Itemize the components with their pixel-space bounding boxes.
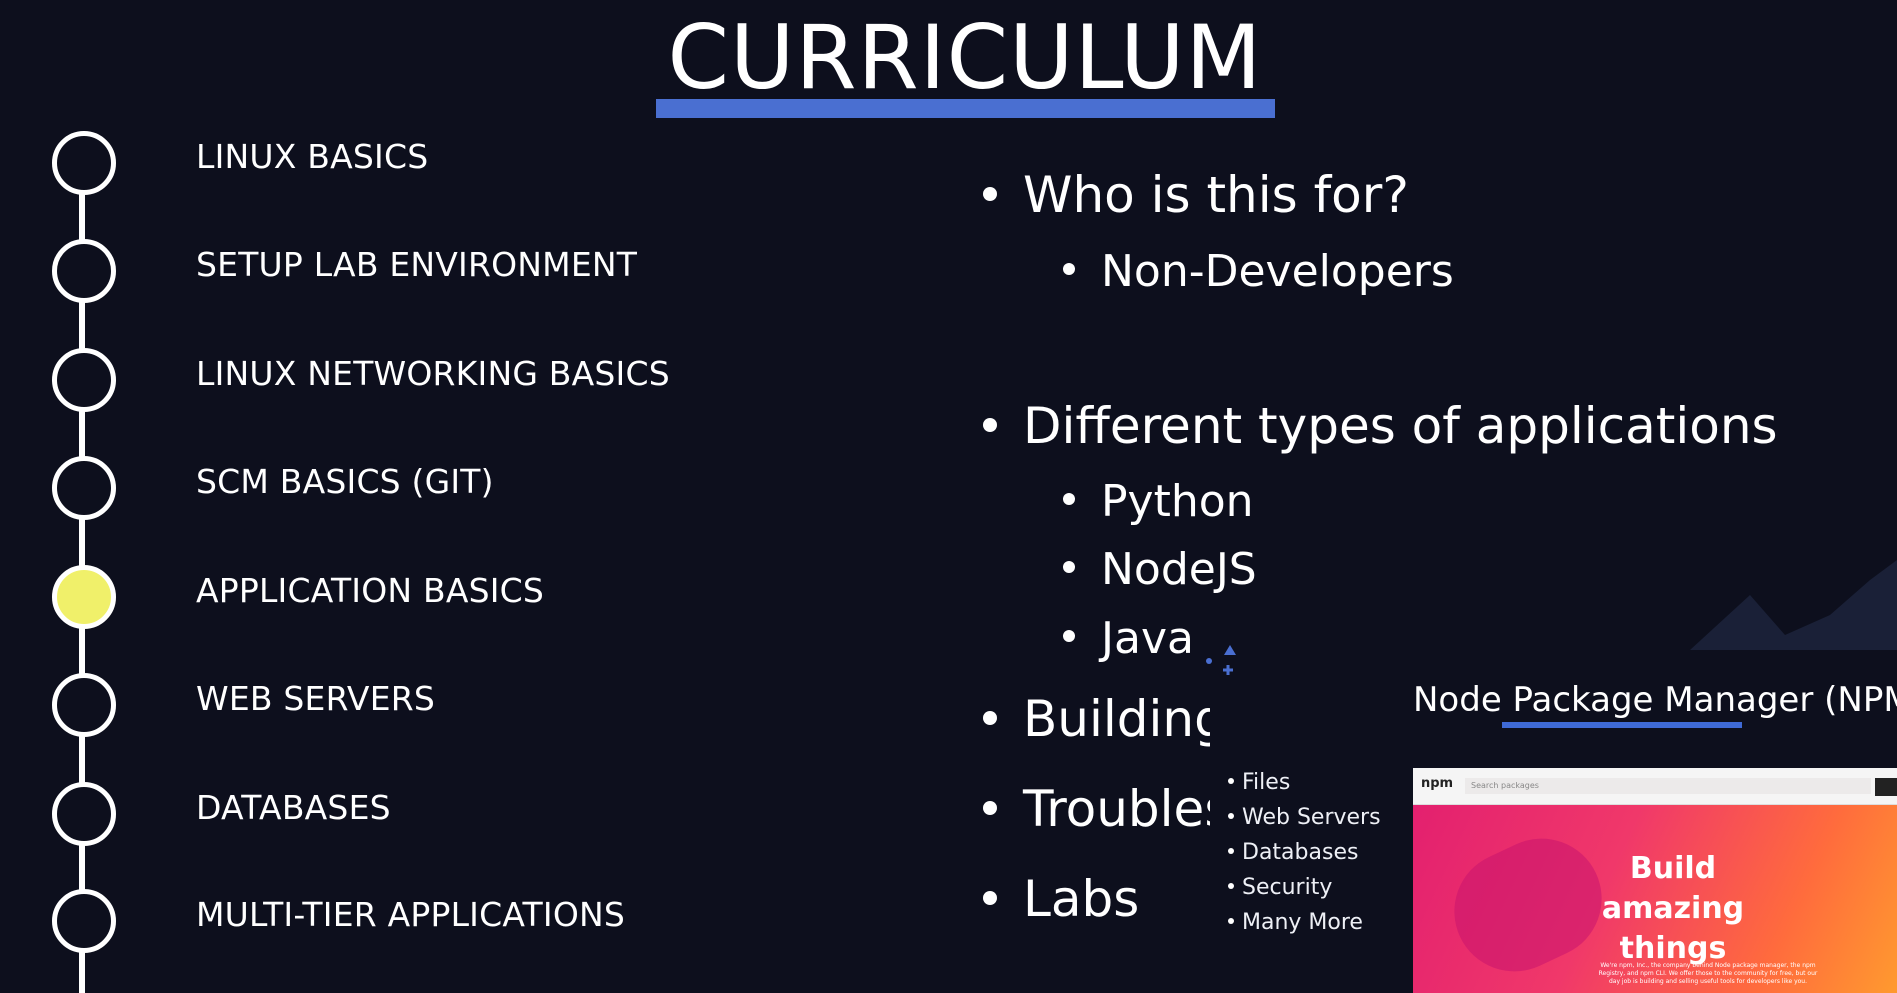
bullet-labs: Labs	[983, 870, 1139, 928]
sub-dot	[1228, 813, 1234, 819]
npm-search-input: Search packages	[1465, 778, 1871, 794]
bullet-troubleshooting: Troubleshooting	[983, 780, 1210, 850]
bullet-who: Who is this for?	[983, 166, 1409, 224]
bullet-dot	[1063, 263, 1075, 275]
bullet-who-sub: Non-Developers	[1063, 246, 1454, 297]
timeline-item-setup-lab: SETUP LAB ENVIRONMENT	[196, 245, 638, 284]
timeline-node	[52, 889, 116, 953]
sub-item-many-more: Many More	[1228, 910, 1363, 935]
npm-header-bar: npm Search packages	[1413, 768, 1897, 805]
sparkle-icon	[1206, 645, 1236, 675]
bullet-dot	[983, 890, 997, 905]
timeline-item-linux-basics: LINUX BASICS	[196, 137, 429, 176]
bullet-dot	[983, 710, 997, 725]
timeline-item-databases: DATABASES	[196, 788, 391, 827]
bullet-python-text: Python	[1101, 476, 1254, 527]
npm-website-screenshot: npm Search packages Build amazing things…	[1413, 768, 1897, 993]
sub-dot	[1228, 778, 1234, 784]
bullet-python: Python	[1063, 476, 1254, 527]
bullet-labs-text: Labs	[1023, 870, 1140, 928]
timeline-node	[52, 456, 116, 520]
bullet-dot	[983, 417, 997, 432]
npm-hero-banner: Build amazing things We're npm, Inc., th…	[1413, 805, 1897, 993]
title-underline	[656, 99, 1275, 118]
sub-item-web-servers: Web Servers	[1228, 805, 1381, 830]
npm-hero-text: Build amazing things	[1601, 851, 1745, 966]
bullet-building: Building	[983, 690, 1210, 760]
bullet-dot	[983, 800, 997, 815]
decorative-shape	[1690, 560, 1897, 650]
bullet-nodejs: NodeJS	[1063, 544, 1257, 595]
timeline-item-application-basics: APPLICATION BASICS	[196, 571, 545, 610]
sub-dot	[1228, 883, 1234, 889]
bullet-non-developers: Non-Developers	[1101, 246, 1454, 297]
timeline-item-web-servers: WEB SERVERS	[196, 679, 436, 718]
npm-logo: npm	[1421, 776, 1454, 791]
sub-item-text: Web Servers	[1242, 805, 1381, 830]
sub-item-files: Files	[1228, 770, 1290, 795]
timeline-node	[52, 239, 116, 303]
timeline-node	[52, 131, 116, 195]
sub-item-text: Security	[1242, 875, 1333, 900]
bullet-dot	[1063, 561, 1075, 573]
npm-heading-underline	[1502, 722, 1742, 728]
timeline-node	[52, 348, 116, 412]
timeline-item-networking: LINUX NETWORKING BASICS	[196, 354, 670, 393]
slide-title: CURRICULUM	[667, 6, 1263, 109]
npm-heading: Node Package Manager (NPM)	[1413, 680, 1897, 720]
sub-item-security: Security	[1228, 875, 1332, 900]
bullet-who-text: Who is this for?	[1023, 166, 1409, 224]
timeline-node	[52, 782, 116, 846]
timeline-node-active	[52, 565, 116, 629]
sub-dot	[1228, 848, 1234, 854]
bullet-java: Java	[1063, 613, 1194, 664]
npm-search-button	[1875, 778, 1897, 796]
bullet-nodejs-text: NodeJS	[1101, 544, 1257, 595]
sub-item-text: Databases	[1242, 840, 1359, 865]
sub-item-text: Many More	[1242, 910, 1363, 935]
sub-item-text: Files	[1242, 770, 1291, 795]
timeline-item-multi-tier: MULTI-TIER APPLICATIONS	[196, 895, 626, 934]
timeline-node	[52, 673, 116, 737]
sub-dot	[1228, 918, 1234, 924]
bullet-types: Different types of applications	[983, 397, 1778, 455]
timeline-item-scm: SCM BASICS (GIT)	[196, 462, 494, 501]
bullet-dot	[1063, 630, 1075, 642]
bullet-building-text: Building	[1023, 690, 1210, 748]
npm-hero-description: We're npm, Inc., the company behind Node…	[1598, 962, 1818, 985]
bullet-dot	[1063, 493, 1075, 505]
sub-item-databases: Databases	[1228, 840, 1358, 865]
bullet-troubleshooting-text: Troubleshooting	[1023, 780, 1210, 838]
bullet-types-text: Different types of applications	[1023, 397, 1778, 455]
bullet-java-text: Java	[1101, 613, 1194, 664]
bullet-dot	[983, 186, 997, 201]
